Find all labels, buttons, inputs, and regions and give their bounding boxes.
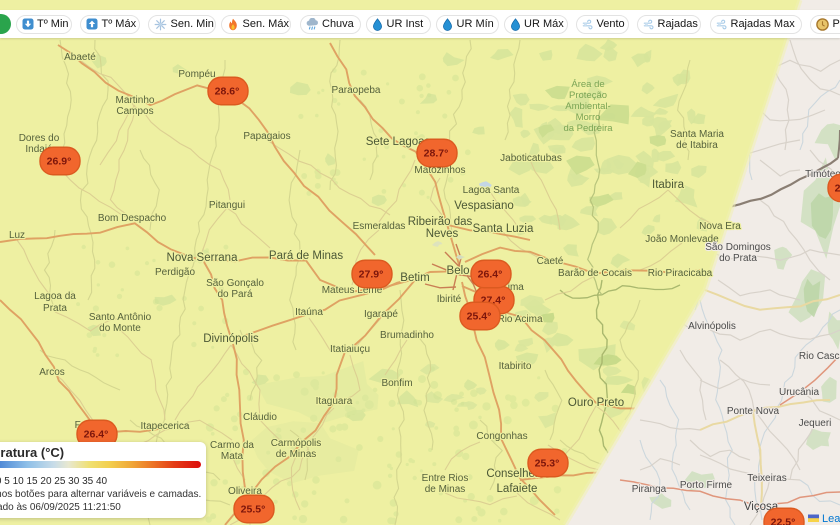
svg-text:Prata: Prata bbox=[43, 303, 67, 314]
svg-text:Proteção: Proteção bbox=[569, 90, 607, 101]
svg-text:Ribeirão das: Ribeirão das bbox=[408, 216, 473, 228]
svg-text:Rio Piracicaba: Rio Piracicaba bbox=[648, 268, 713, 279]
svg-text:Abaeté: Abaeté bbox=[64, 52, 96, 63]
svg-text:Santo Antônio: Santo Antônio bbox=[89, 312, 152, 323]
svg-text:Caeté: Caeté bbox=[537, 256, 564, 267]
svg-text:22.5°: 22.5° bbox=[771, 517, 796, 525]
svg-text:Carmo da: Carmo da bbox=[210, 440, 254, 451]
svg-text:25.5°: 25.5° bbox=[241, 504, 266, 516]
svg-text:Itabirito: Itabirito bbox=[499, 361, 532, 372]
svg-text:da Pedreira: da Pedreira bbox=[563, 123, 613, 134]
svg-text:28.6°: 28.6° bbox=[215, 86, 240, 98]
svg-text:Área de: Área de bbox=[571, 79, 604, 90]
svg-text:de Minas: de Minas bbox=[276, 449, 317, 460]
svg-text:Congonhas: Congonhas bbox=[476, 431, 527, 442]
svg-text:Papagaios: Papagaios bbox=[243, 131, 290, 142]
svg-text:Vespasiano: Vespasiano bbox=[454, 200, 513, 212]
svg-text:Itapecerica: Itapecerica bbox=[141, 421, 190, 432]
svg-text:Brumadinho: Brumadinho bbox=[380, 330, 434, 341]
svg-text:Itabira: Itabira bbox=[652, 179, 685, 191]
svg-text:Jequeri: Jequeri bbox=[799, 418, 832, 429]
svg-text:Martinho: Martinho bbox=[116, 95, 155, 106]
svg-text:Pompéu: Pompéu bbox=[178, 69, 215, 80]
svg-text:Neves: Neves bbox=[426, 228, 459, 240]
svg-text:Betim: Betim bbox=[400, 272, 429, 284]
svg-text:São Domingos: São Domingos bbox=[705, 242, 771, 253]
svg-text:do Monte: do Monte bbox=[99, 323, 141, 334]
svg-text:Lafaiete: Lafaiete bbox=[497, 483, 538, 495]
svg-text:Ibirité: Ibirité bbox=[437, 294, 462, 305]
svg-text:Santa Luzia: Santa Luzia bbox=[473, 223, 534, 235]
svg-text:Arcos: Arcos bbox=[39, 367, 65, 378]
svg-text:Carmópolis: Carmópolis bbox=[271, 438, 322, 449]
svg-text:Jaboticatubas: Jaboticatubas bbox=[500, 153, 562, 164]
svg-text:Rio Acima: Rio Acima bbox=[497, 314, 542, 325]
svg-text:Cláudio: Cláudio bbox=[243, 412, 277, 423]
svg-text:Nova Era: Nova Era bbox=[699, 221, 741, 232]
svg-text:27.9°: 27.9° bbox=[359, 269, 384, 281]
svg-text:Ambiental-: Ambiental- bbox=[565, 101, 610, 112]
svg-text:do Prata: do Prata bbox=[719, 253, 757, 264]
svg-text:Luz: Luz bbox=[9, 230, 25, 241]
svg-text:Entre Rios: Entre Rios bbox=[422, 473, 469, 484]
svg-text:Bom Despacho: Bom Despacho bbox=[98, 213, 167, 224]
svg-text:Campos: Campos bbox=[116, 106, 153, 117]
svg-text:Santa Maria: Santa Maria bbox=[670, 129, 724, 140]
svg-text:Divinópolis: Divinópolis bbox=[203, 333, 259, 345]
svg-text:Porto Firme: Porto Firme bbox=[680, 480, 733, 491]
svg-text:Itatiaiuçu: Itatiaiuçu bbox=[330, 344, 370, 355]
svg-text:Bonfim: Bonfim bbox=[381, 378, 412, 389]
svg-text:Paraopeba: Paraopeba bbox=[332, 85, 381, 96]
svg-text:26.4°: 26.4° bbox=[84, 429, 109, 441]
svg-text:25.3°: 25.3° bbox=[535, 458, 560, 470]
svg-text:Lagoa Santa: Lagoa Santa bbox=[463, 185, 520, 196]
svg-text:de Itabira: de Itabira bbox=[676, 140, 718, 151]
svg-text:Nova Serrana: Nova Serrana bbox=[167, 252, 239, 264]
svg-text:Urucânia: Urucânia bbox=[779, 387, 819, 398]
svg-text:Perdigão: Perdigão bbox=[155, 267, 195, 278]
svg-text:Morro: Morro bbox=[576, 112, 601, 123]
svg-text:Pará de Minas: Pará de Minas bbox=[269, 250, 343, 262]
svg-text:Ouro Preto: Ouro Preto bbox=[568, 397, 624, 409]
svg-text:de Minas: de Minas bbox=[425, 484, 466, 495]
svg-text:22.9°: 22.9° bbox=[835, 183, 840, 195]
svg-text:Pitangui: Pitangui bbox=[209, 200, 245, 211]
svg-text:Lagoa da: Lagoa da bbox=[34, 291, 76, 302]
svg-text:Esmeraldas: Esmeraldas bbox=[353, 221, 406, 232]
svg-text:Alvinópolis: Alvinópolis bbox=[688, 321, 736, 332]
svg-text:Itaúna: Itaúna bbox=[295, 307, 323, 318]
svg-text:Barão de Cocais: Barão de Cocais bbox=[558, 268, 632, 279]
svg-text:Piranga: Piranga bbox=[632, 484, 667, 495]
svg-text:Ponte Nova: Ponte Nova bbox=[727, 406, 780, 417]
svg-text:26.4°: 26.4° bbox=[478, 269, 503, 281]
svg-text:26.9°: 26.9° bbox=[47, 156, 72, 168]
svg-text:São Gonçalo: São Gonçalo bbox=[206, 278, 264, 289]
svg-text:Dores do: Dores do bbox=[19, 133, 60, 144]
svg-text:Mata: Mata bbox=[221, 451, 244, 462]
svg-text:Teixeiras: Teixeiras bbox=[747, 473, 786, 484]
svg-text:25.4°: 25.4° bbox=[467, 311, 492, 323]
svg-text:Igarapé: Igarapé bbox=[364, 309, 398, 320]
svg-text:28.7°: 28.7° bbox=[424, 148, 449, 160]
svg-text:do Pará: do Pará bbox=[217, 289, 252, 300]
svg-text:Itaguara: Itaguara bbox=[316, 396, 353, 407]
svg-text:Leaflet: Leaflet bbox=[822, 513, 840, 525]
svg-text:Rio Casca: Rio Casca bbox=[799, 351, 840, 362]
